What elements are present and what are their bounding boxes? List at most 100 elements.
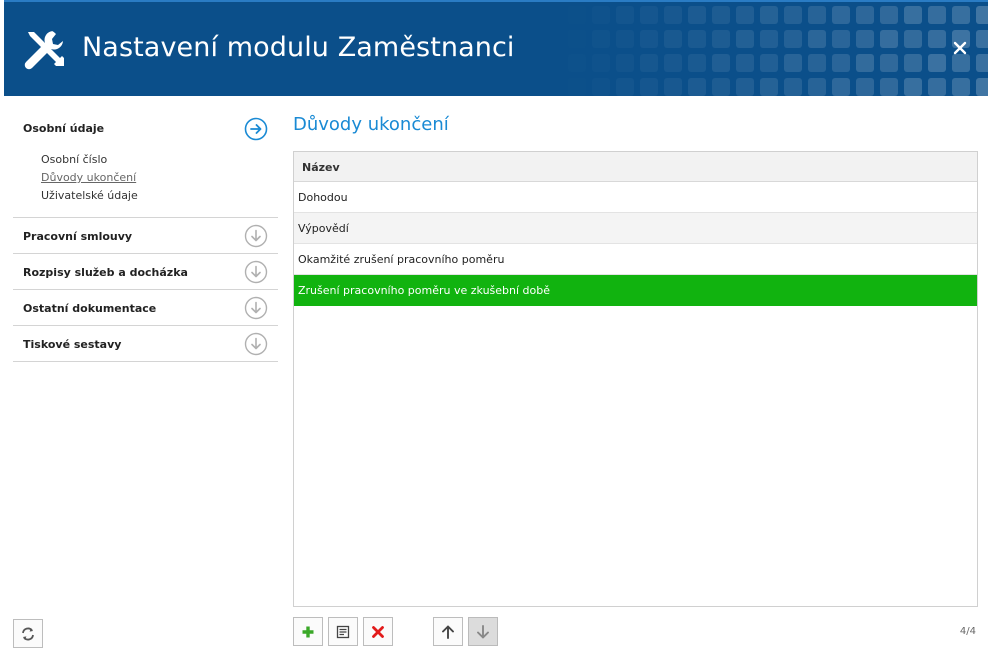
header-pattern-cell — [760, 78, 778, 96]
header-pattern-cell — [904, 54, 922, 72]
sidebar-item-uzivatelske-udaje[interactable]: Uživatelské údaje — [41, 187, 278, 205]
header-pattern-cell — [976, 54, 988, 72]
header-pattern-cell — [760, 6, 778, 24]
arrow-right-circle-icon[interactable] — [244, 117, 268, 141]
header-pattern-cell — [736, 78, 754, 96]
sidebar-section-title: Tiskové sestavy — [23, 338, 122, 351]
header-pattern-cell — [664, 30, 682, 48]
grid-column-header[interactable]: Název — [294, 152, 977, 182]
header-pattern-cell — [832, 54, 850, 72]
header-pattern-cell — [856, 54, 874, 72]
window-title: Nastavení modulu Zaměstnanci — [82, 32, 515, 63]
refresh-icon — [22, 627, 34, 640]
header-pattern-cell — [976, 6, 988, 24]
table-row-selected[interactable]: Zrušení pracovního poměru ve zkušební do… — [294, 275, 977, 306]
table-row[interactable]: Výpovědí — [294, 213, 977, 244]
header-pattern-cell — [880, 6, 898, 24]
header-pattern-cell — [520, 54, 538, 72]
header-pattern-cell — [496, 78, 514, 96]
header-pattern-cell — [760, 30, 778, 48]
header-pattern-cell — [784, 54, 802, 72]
settings-window: Nastavení modulu Zaměstnanci Osobní údaj… — [0, 0, 990, 658]
delete-x-icon — [372, 625, 384, 638]
sidebar-section-header-osobni-udaje[interactable]: Osobní údaje — [13, 108, 278, 148]
header-pattern-cell — [568, 78, 586, 96]
table-cell: Okamžité zrušení pracovního poměru — [298, 253, 505, 266]
header-pattern-cell — [952, 6, 970, 24]
table-cell: Zrušení pracovního poměru ve zkušební do… — [298, 284, 551, 297]
data-grid: Název Dohodou Výpovědí Okamžité zrušení … — [293, 151, 978, 607]
move-up-button[interactable] — [433, 617, 463, 646]
plus-icon — [302, 626, 314, 637]
arrow-down-circle-icon[interactable] — [244, 296, 268, 320]
sidebar-item-osobni-cislo[interactable]: Osobní číslo — [41, 151, 278, 169]
sidebar-section-title: Osobní údaje — [23, 122, 105, 135]
header-pattern-cell — [688, 30, 706, 48]
header-bar: Nastavení modulu Zaměstnanci — [4, 0, 988, 96]
sidebar-section-pracovni-smlouvy[interactable]: Pracovní smlouvy — [13, 218, 278, 254]
arrow-up-icon — [442, 625, 454, 639]
header-pattern-cell — [952, 54, 970, 72]
header-pattern-cell — [736, 30, 754, 48]
arrow-down-circle-icon[interactable] — [244, 260, 268, 284]
header-pattern-cell — [616, 78, 634, 96]
header-pattern-cell — [616, 6, 634, 24]
header-pattern-cell — [736, 6, 754, 24]
header-pattern-cell — [904, 78, 922, 96]
refresh-button[interactable] — [13, 619, 43, 648]
header-pattern-cell — [832, 78, 850, 96]
header-pattern-cell — [592, 78, 610, 96]
move-down-button[interactable] — [468, 617, 498, 646]
record-counter: 4/4 — [959, 626, 976, 637]
header-pattern-cell — [688, 78, 706, 96]
arrow-down-icon — [477, 624, 489, 638]
header-pattern-cell — [664, 78, 682, 96]
settings-sidebar: Osobní údaje Osobní číslo Důvody ukončen… — [13, 108, 278, 362]
sidebar-section-ostatni-dokumentace[interactable]: Ostatní dokumentace — [13, 290, 278, 326]
table-row[interactable]: Okamžité zrušení pracovního poměru — [294, 244, 977, 275]
header-pattern-cell — [880, 54, 898, 72]
sidebar-section-title: Pracovní smlouvy — [23, 230, 133, 243]
header-pattern-cell — [640, 30, 658, 48]
header-pattern-cell — [784, 78, 802, 96]
header-pattern-cell — [520, 78, 538, 96]
header-pattern-cell — [856, 30, 874, 48]
header-pattern-cell — [568, 6, 586, 24]
header-pattern-cell — [712, 54, 730, 72]
header-pattern-cell — [544, 30, 562, 48]
add-button[interactable] — [293, 617, 323, 646]
header-pattern-cell — [712, 30, 730, 48]
header-pattern-cell — [808, 6, 826, 24]
header-pattern-cell — [616, 54, 634, 72]
header-pattern-cell — [640, 6, 658, 24]
delete-button[interactable] — [363, 617, 393, 646]
header-pattern-cell — [688, 54, 706, 72]
header-pattern-cell — [832, 6, 850, 24]
edit-button[interactable] — [328, 617, 358, 646]
close-icon[interactable] — [952, 40, 968, 56]
page-title: Důvody ukončení — [293, 114, 449, 135]
sidebar-section-rozpisy-sluzeb[interactable]: Rozpisy služeb a docházka — [13, 254, 278, 290]
header-pattern-cell — [928, 6, 946, 24]
sidebar-item-duvody-ukonceni[interactable]: Důvody ukončení — [41, 169, 278, 187]
header-pattern-cell — [520, 6, 538, 24]
header-pattern-cell — [568, 54, 586, 72]
header-pattern-cell — [856, 78, 874, 96]
sidebar-section-title: Ostatní dokumentace — [23, 302, 157, 315]
sidebar-subitems: Osobní číslo Důvody ukončení Uživatelské… — [13, 148, 278, 217]
header-pattern-cell — [784, 6, 802, 24]
sidebar-section-tiskove-sestavy[interactable]: Tiskové sestavy — [13, 326, 278, 362]
header-pattern-cell — [616, 30, 634, 48]
header-pattern-cell — [640, 78, 658, 96]
header-pattern-cell — [904, 30, 922, 48]
arrow-down-circle-icon[interactable] — [244, 332, 268, 356]
arrow-down-circle-icon[interactable] — [244, 224, 268, 248]
sidebar-section-title: Rozpisy služeb a docházka — [23, 266, 188, 279]
header-pattern-cell — [640, 54, 658, 72]
header-pattern-cell — [592, 6, 610, 24]
table-row[interactable]: Dohodou — [294, 182, 977, 213]
header-pattern-cell — [568, 30, 586, 48]
header-pattern-cell — [904, 6, 922, 24]
header-pattern-cell — [496, 6, 514, 24]
header-pattern-cell — [760, 54, 778, 72]
